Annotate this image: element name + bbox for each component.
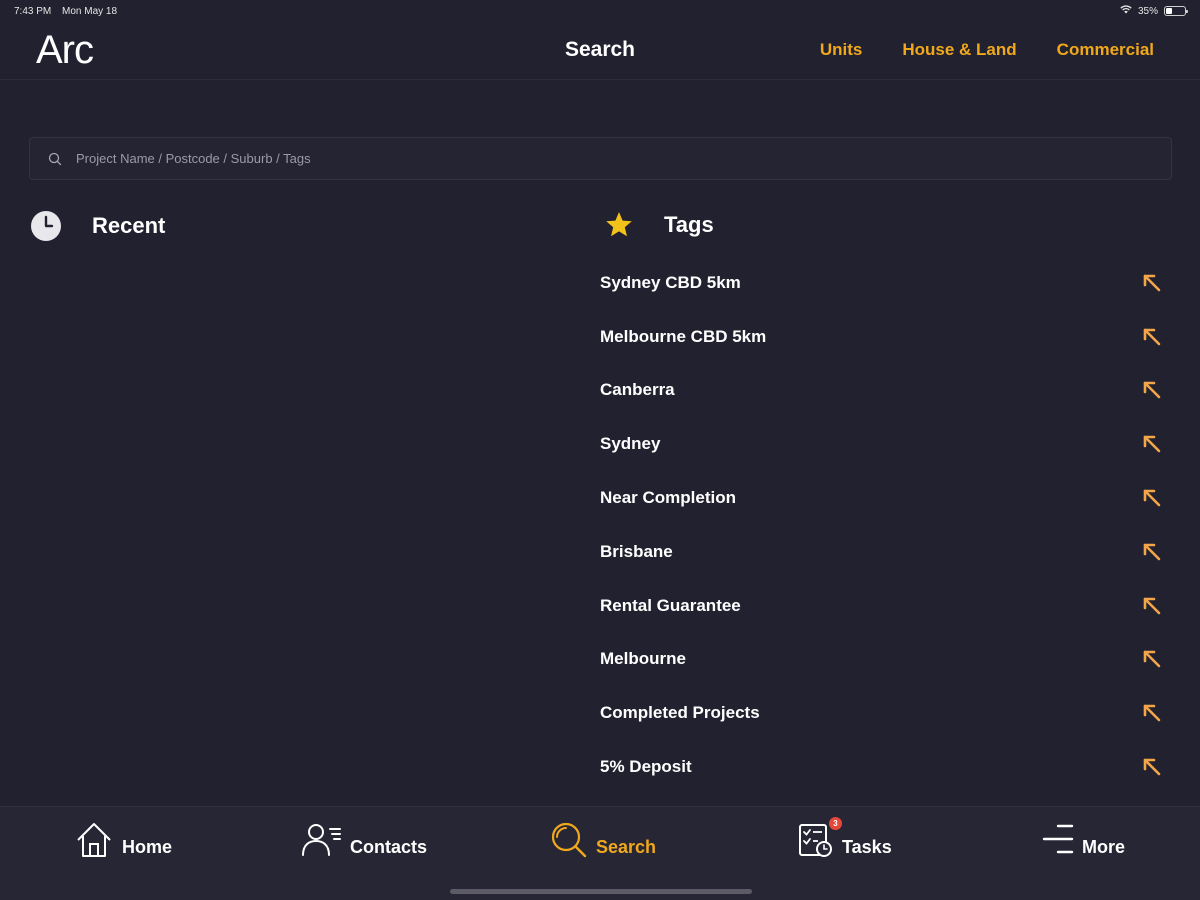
recent-section-header: Recent xyxy=(30,210,165,242)
arrow-up-left-icon[interactable] xyxy=(1142,273,1162,293)
tab-search[interactable]: Search xyxy=(550,821,656,859)
tab-home[interactable]: Home xyxy=(74,821,172,859)
arrow-up-left-icon[interactable] xyxy=(1142,434,1162,454)
tab-contacts[interactable]: Contacts xyxy=(300,821,427,859)
arrow-up-left-icon[interactable] xyxy=(1142,649,1162,669)
recent-title: Recent xyxy=(92,213,166,238)
tag-label: Completed Projects xyxy=(600,703,760,723)
arrow-up-left-icon[interactable] xyxy=(1142,380,1162,400)
tag-label: Sydney CBD 5km xyxy=(600,272,741,292)
arrow-up-left-icon[interactable] xyxy=(1142,327,1162,347)
home-icon xyxy=(74,821,114,859)
battery-fill xyxy=(1166,8,1173,14)
app-logo: Arc xyxy=(36,28,94,72)
tag-row[interactable]: Near Completion xyxy=(600,471,1170,525)
tab-more[interactable]: More xyxy=(1042,821,1125,859)
tags-title: Tags xyxy=(664,212,714,237)
battery-percent: 35% xyxy=(1137,5,1158,17)
menu-icon xyxy=(1042,821,1074,859)
tag-row[interactable]: Sydney xyxy=(600,417,1170,471)
tab-tasks[interactable]: 3 Tasks xyxy=(798,817,892,859)
tag-row[interactable]: Brisbane xyxy=(600,525,1170,579)
search-bar[interactable] xyxy=(29,137,1172,180)
status-time: 7:43 PM xyxy=(14,5,52,17)
tags-section-header: Tags xyxy=(604,210,714,240)
wifi-icon xyxy=(1120,5,1132,17)
tag-list: Sydney CBD 5km Melbourne CBD 5km Canberra S… xyxy=(600,256,1170,794)
contacts-icon xyxy=(300,821,342,859)
arrow-up-left-icon[interactable] xyxy=(1142,757,1162,777)
tab-tasks-label: Tasks xyxy=(842,836,892,857)
nav-link-commercial[interactable]: Commercial xyxy=(1057,40,1154,60)
tag-row[interactable]: Melbourne CBD 5km xyxy=(600,310,1170,364)
tag-row[interactable]: Sydney CBD 5km xyxy=(600,256,1170,310)
tag-label: Sydney xyxy=(600,434,661,454)
tag-label: Rental Guarantee xyxy=(600,595,741,615)
home-indicator[interactable] xyxy=(450,889,752,894)
tag-row[interactable]: Canberra xyxy=(600,364,1170,418)
tag-label: Canberra xyxy=(600,380,675,400)
tab-bar: Home Contacts Search 3 Tasks More xyxy=(0,806,1200,900)
arrow-up-left-icon[interactable] xyxy=(1142,703,1162,723)
tab-contacts-label: Contacts xyxy=(350,836,428,857)
category-links: Units House & Land Commercial xyxy=(820,40,1154,60)
app-root: 7:43 PM Mon May 18 35% Arc Search Units … xyxy=(0,0,1200,900)
arrow-up-left-icon[interactable] xyxy=(1142,488,1162,508)
tasks-badge: 3 xyxy=(829,817,842,830)
search-tab-icon xyxy=(550,821,588,859)
tag-label: Melbourne xyxy=(600,649,686,669)
status-date: Mon May 18 xyxy=(62,5,118,17)
tag-label: 5% Deposit xyxy=(600,757,692,777)
tag-row[interactable]: 5% Deposit xyxy=(600,740,1170,794)
top-nav: Arc Search Units House & Land Commercial xyxy=(0,22,1200,80)
search-icon xyxy=(48,152,62,166)
tab-search-label: Search xyxy=(596,836,657,857)
arrow-up-left-icon[interactable] xyxy=(1142,596,1162,616)
tag-row[interactable]: Rental Guarantee xyxy=(600,579,1170,633)
status-right: 35% xyxy=(1120,5,1188,17)
tag-row[interactable]: Completed Projects xyxy=(600,686,1170,740)
tab-home-label: Home xyxy=(122,836,173,857)
tag-label: Near Completion xyxy=(600,488,737,508)
tasks-icon: 3 xyxy=(798,817,842,859)
tag-label: Brisbane xyxy=(600,541,673,561)
tag-label: Melbourne CBD 5km xyxy=(600,326,767,346)
battery-icon xyxy=(1164,6,1188,16)
nav-link-house-land[interactable]: House & Land xyxy=(902,40,1016,60)
search-input[interactable] xyxy=(76,138,1171,179)
status-left: 7:43 PM Mon May 18 xyxy=(14,6,125,17)
status-bar: 7:43 PM Mon May 18 35% xyxy=(0,0,1200,22)
clock-icon xyxy=(30,210,62,242)
star-icon xyxy=(604,210,634,240)
tab-more-label: More xyxy=(1082,836,1126,857)
arrow-up-left-icon[interactable] xyxy=(1142,542,1162,562)
tag-row[interactable]: Melbourne xyxy=(600,633,1170,687)
nav-link-units[interactable]: Units xyxy=(820,40,863,60)
